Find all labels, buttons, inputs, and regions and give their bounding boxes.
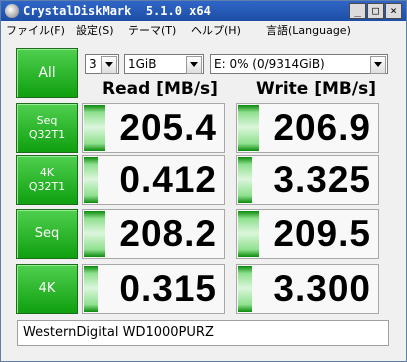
chevron-down-icon	[101, 56, 117, 74]
seq-read-bar	[84, 211, 105, 257]
test-size-select[interactable]: 1GiB	[124, 54, 204, 74]
app-window: CrystalDiskMark 5.1.0 x64 _ □ × ファイル(F) …	[0, 0, 407, 362]
4k-q32t1-button[interactable]: 4K Q32T1	[16, 155, 78, 205]
seq-write-value: 209.5	[273, 213, 371, 254]
close-icon: ×	[390, 4, 397, 17]
row-label-line2: Q32T1	[28, 128, 66, 141]
maximize-button[interactable]: □	[367, 3, 384, 19]
4k-q32t1-write-bar	[238, 157, 252, 203]
app-icon	[5, 4, 19, 18]
4k-q32t1-write-result: 3.325	[236, 155, 379, 205]
chevron-down-icon	[186, 56, 202, 74]
row-label-line1: Seq	[34, 226, 60, 241]
maximize-icon: □	[372, 4, 379, 17]
menu-bar: ファイル(F) 設定(S) テーマ(T) ヘルプ(H) 言語(Language)	[1, 21, 406, 41]
seq-write-bar	[238, 211, 259, 257]
seq-read-result: 208.2	[82, 209, 225, 259]
chevron-down-icon	[370, 56, 386, 74]
drive-model-field[interactable]: WesternDigital WD1000PURZ	[17, 320, 389, 346]
seq-q32t1-write-result: 206.9	[236, 103, 379, 153]
write-column-header: Write [MB/s]	[256, 79, 376, 99]
seq-q32t1-read-value: 205.4	[119, 107, 217, 148]
minimize-button[interactable]: _	[349, 3, 366, 19]
close-button[interactable]: ×	[385, 3, 402, 19]
drive-select[interactable]: E: 0% (0/9314GiB)	[210, 54, 388, 74]
window-title: CrystalDiskMark 5.1.0 x64	[23, 4, 211, 18]
seq-q32t1-read-result: 205.4	[82, 103, 225, 153]
seq-q32t1-write-bar	[238, 105, 259, 151]
4k-q32t1-write-value: 3.325	[273, 159, 371, 200]
drive-model-text: WesternDigital WD1000PURZ	[23, 325, 214, 340]
menu-settings[interactable]: 設定(S)	[76, 21, 114, 41]
4k-read-bar	[84, 266, 98, 312]
4k-q32t1-read-result: 0.412	[82, 155, 225, 205]
4k-read-result: 0.315	[82, 264, 225, 314]
test-count-select[interactable]: 3	[85, 54, 119, 74]
seq-q32t1-read-bar	[84, 105, 105, 151]
seq-q32t1-button[interactable]: Seq Q32T1	[16, 103, 78, 153]
menu-help[interactable]: ヘルプ(H)	[191, 21, 241, 41]
seq-q32t1-write-value: 206.9	[273, 107, 371, 148]
4k-button[interactable]: 4K	[16, 264, 78, 314]
read-column-header: Read [MB/s]	[102, 79, 218, 99]
menu-file[interactable]: ファイル(F)	[6, 21, 65, 41]
test-count-value: 3	[89, 57, 97, 71]
test-size-value: 1GiB	[128, 57, 157, 71]
seq-read-value: 208.2	[119, 213, 217, 254]
4k-q32t1-read-bar	[84, 157, 98, 203]
menu-language[interactable]: 言語(Language)	[266, 21, 351, 41]
4k-write-result: 3.300	[236, 264, 379, 314]
4k-write-value: 3.300	[273, 268, 371, 309]
title-bar[interactable]: CrystalDiskMark 5.1.0 x64 _ □ ×	[1, 1, 406, 21]
4k-q32t1-read-value: 0.412	[119, 159, 217, 200]
minimize-icon: _	[354, 4, 361, 17]
row-label-line2: Q32T1	[28, 180, 66, 193]
drive-value: E: 0% (0/9314GiB)	[214, 57, 325, 71]
seq-write-result: 209.5	[236, 209, 379, 259]
row-label-line1: 4K	[39, 166, 55, 179]
row-label-line1: 4K	[38, 281, 56, 296]
seq-button[interactable]: Seq	[16, 209, 78, 259]
menu-theme[interactable]: テーマ(T)	[128, 21, 176, 41]
run-all-button[interactable]: All	[16, 48, 78, 98]
4k-read-value: 0.315	[119, 268, 217, 309]
row-label-line1: Seq	[36, 114, 58, 127]
4k-write-bar	[238, 266, 252, 312]
